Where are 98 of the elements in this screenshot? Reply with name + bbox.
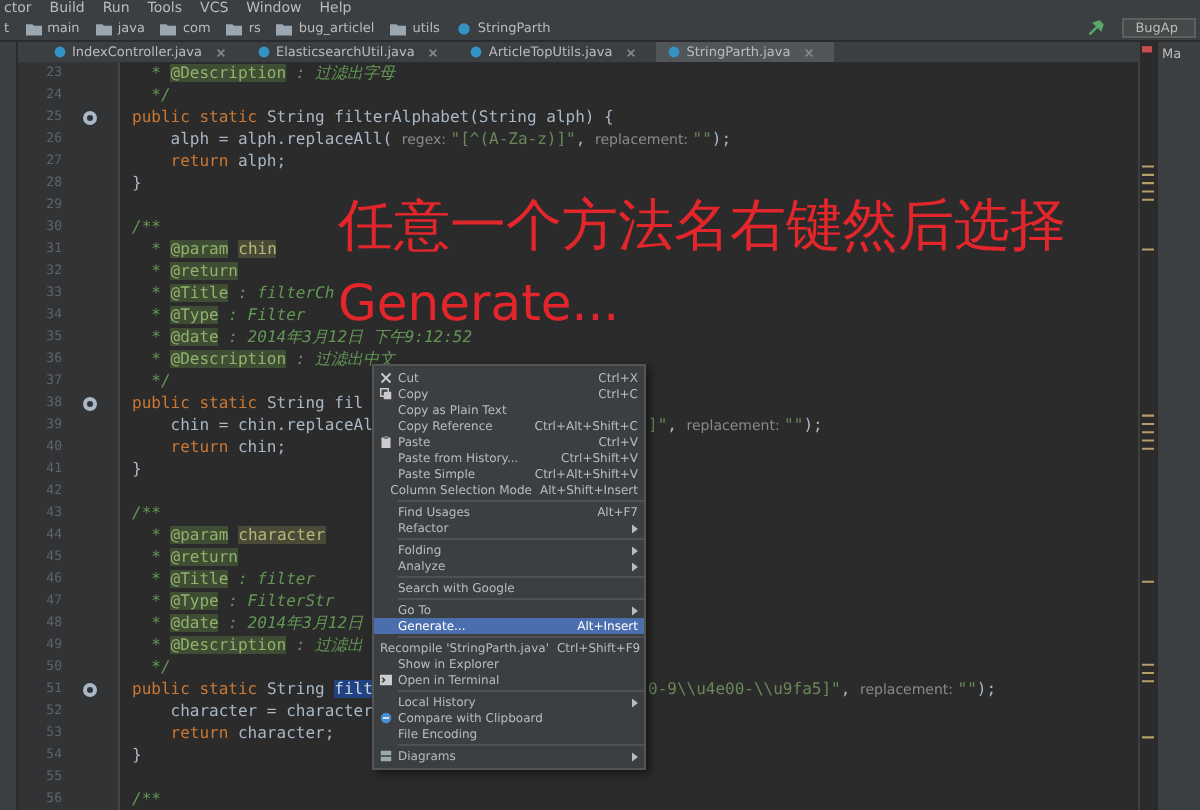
doc-comment: *: [149, 350, 163, 368]
scissors-icon: [380, 372, 392, 384]
doc-comment: /**: [132, 790, 161, 808]
close-icon[interactable]: [428, 47, 439, 57]
doc-comment: *: [149, 240, 163, 258]
doc-comment: : filterCh: [235, 284, 335, 302]
code-text: );: [711, 130, 732, 148]
doc-comment: *: [149, 636, 163, 654]
string-literal: ]": [821, 680, 841, 698]
folder-icon: [390, 21, 407, 35]
folder-icon: [226, 21, 243, 35]
doc-comment: */: [149, 372, 171, 390]
code-text: ,: [575, 130, 588, 148]
code-text: }: [132, 174, 142, 192]
keyword: public static: [132, 108, 260, 126]
class-icon: [257, 46, 270, 58]
doc-comment: : filter: [235, 570, 316, 588]
doc-comment: *: [149, 570, 163, 588]
doc-tag: @date: [170, 614, 219, 632]
code-text: );: [976, 680, 997, 698]
doc-tag: @return: [170, 262, 238, 280]
doc-tag: @Type: [170, 592, 219, 610]
doc-comment: : Filter: [226, 306, 306, 324]
folder-icon: [25, 21, 42, 35]
doc-tag: @date: [170, 328, 219, 346]
string-literal: "": [692, 130, 712, 148]
code-text: character = character: [168, 702, 373, 720]
string-literal: "[^(A-Za-z)]": [450, 130, 576, 148]
doc-tag: @Title: [170, 284, 229, 302]
doc-tag: @return: [170, 548, 238, 566]
keyword: public static: [132, 680, 260, 698]
doc-comment: *: [149, 328, 163, 346]
doc-comment: *: [149, 614, 163, 632]
code-text: }: [132, 746, 142, 764]
code-text: chin = chin.replaceAl: [168, 416, 373, 434]
doc-tag: @Description: [170, 636, 287, 654]
compare-icon: [380, 712, 392, 724]
class-icon: [668, 46, 681, 58]
code-text: String: [266, 680, 327, 698]
diagram-icon: [380, 750, 392, 762]
folder-icon: [276, 21, 293, 35]
doc-comment: *: [149, 592, 163, 610]
doc-comment: /**: [132, 504, 161, 522]
annotation-text: Generate...: [338, 278, 620, 330]
doc-tag: @param: [170, 240, 229, 258]
doc-comment: *: [149, 284, 163, 302]
code-text: chin;: [237, 438, 287, 456]
selected-text: filt: [334, 680, 373, 698]
string-literal: ]": [648, 416, 668, 434]
keyword: return: [168, 724, 231, 742]
folder-icon: [160, 21, 177, 35]
keyword: return: [168, 152, 231, 170]
terminal-icon: [380, 674, 392, 686]
doc-comment: : 2014年3月12日: [226, 614, 364, 632]
method-name: filterAlphabet: [334, 108, 470, 126]
string-literal: "": [957, 680, 977, 698]
doc-comment: /**: [132, 218, 161, 236]
code-text: ,: [667, 416, 679, 434]
string-literal: 0-9\\u4e00-\\u9fa5: [648, 680, 822, 698]
close-icon[interactable]: [215, 47, 226, 57]
doc-tag: @param: [170, 526, 229, 544]
doc-tag-value: character: [238, 526, 326, 544]
close-icon[interactable]: [626, 47, 637, 57]
doc-comment: */: [149, 658, 171, 676]
close-icon[interactable]: [804, 47, 815, 57]
doc-comment: : FilterStr: [226, 592, 335, 610]
code-text: String: [266, 108, 327, 126]
code-text: (String alph) {: [469, 108, 614, 126]
keyword: public static: [132, 394, 260, 412]
copy-icon: [380, 388, 392, 400]
doc-tag: @Description: [170, 350, 287, 368]
doc-comment: : 2014年3月12日 下午9:12:52: [226, 328, 473, 346]
code-text: alph;: [237, 152, 287, 170]
code-text: String: [266, 394, 327, 412]
code-text: alph = alph.replaceAll(: [168, 130, 395, 148]
doc-tag-value: chin: [238, 240, 277, 258]
doc-comment: : 过滤出: [293, 636, 364, 654]
doc-comment: *: [149, 64, 163, 82]
doc-comment: *: [149, 262, 163, 280]
doc-tag: @Title: [170, 570, 229, 588]
clipboard-icon: [380, 436, 392, 448]
code-text: );: [803, 416, 823, 434]
code-text: ,: [840, 680, 853, 698]
string-literal: "": [784, 416, 804, 434]
doc-tag: @Type: [170, 306, 219, 324]
annotation-text: 任意一个方法名右键然后选择: [338, 194, 1066, 258]
doc-comment: */: [149, 86, 171, 104]
doc-comment: *: [149, 548, 163, 566]
keyword: return: [168, 438, 231, 456]
doc-comment: *: [149, 526, 163, 544]
doc-comment: : 过滤出字母: [293, 64, 396, 82]
doc-comment: *: [149, 306, 163, 324]
code-text: character;: [237, 724, 335, 742]
code-text: }: [132, 460, 142, 478]
doc-tag: @Description: [170, 64, 287, 82]
method-name: fil: [334, 394, 364, 412]
folder-icon: [95, 21, 112, 35]
class-icon: [54, 46, 66, 58]
